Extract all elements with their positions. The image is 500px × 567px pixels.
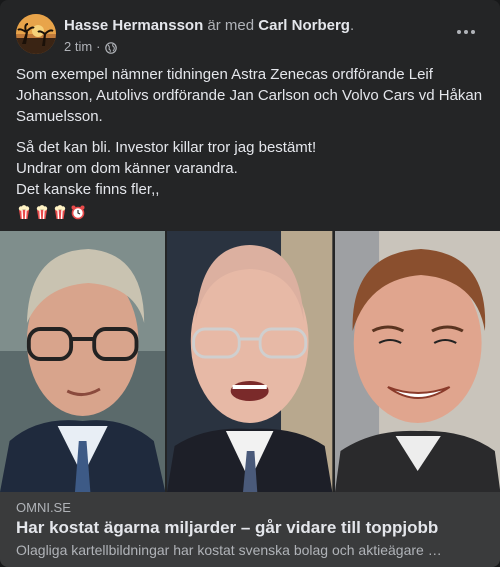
more-options-icon[interactable] [448,18,484,46]
globe-icon[interactable] [104,41,117,54]
popcorn-icon [16,204,32,220]
author-line: Hasse Hermansson är med Carl Norberg. [64,16,354,36]
post-card: Hasse Hermansson är med Carl Norberg. 2 … [0,0,500,567]
post-paragraph: Som exempel nämner tidningen Astra Zenec… [16,66,483,125]
post-meta: 2 tim · [64,38,117,56]
link-title[interactable]: Har kostat ägarna miljarder – går vidare… [16,518,438,538]
post-line: Det kanske finns fler,, [16,181,160,198]
popcorn-icon [34,204,50,220]
tagged-name[interactable]: Carl Norberg [258,17,350,34]
post-header: Hasse Hermansson är med Carl Norberg. 2 … [16,14,484,58]
post-line: Så det kan bli. Investor killar tror jag… [16,139,317,156]
link-domain: OMNI.SE [16,500,71,515]
alarm-clock-icon [70,204,86,220]
emoji-row [16,204,486,220]
link-preview[interactable]: OMNI.SE Har kostat ägarna miljarder – gå… [0,492,500,567]
post-text: Som exempel nämner tidningen Astra Zenec… [16,64,486,220]
author-avatar[interactable] [16,14,56,54]
meta-separator: · [96,39,101,54]
portrait-photo [0,231,166,492]
portrait-photo [334,231,500,492]
with-text: är med [207,17,255,34]
portrait-photo [167,231,333,492]
tagged-suffix: . [349,17,355,34]
link-description: Olagliga kartellbildningar har kostat sv… [16,542,442,558]
post-time[interactable]: 2 tim [64,38,92,56]
popcorn-icon [52,204,68,220]
author-name[interactable]: Hasse Hermansson [64,17,203,34]
link-preview-image[interactable] [0,231,500,492]
post-line: Undrar om dom känner varandra. [16,160,238,177]
